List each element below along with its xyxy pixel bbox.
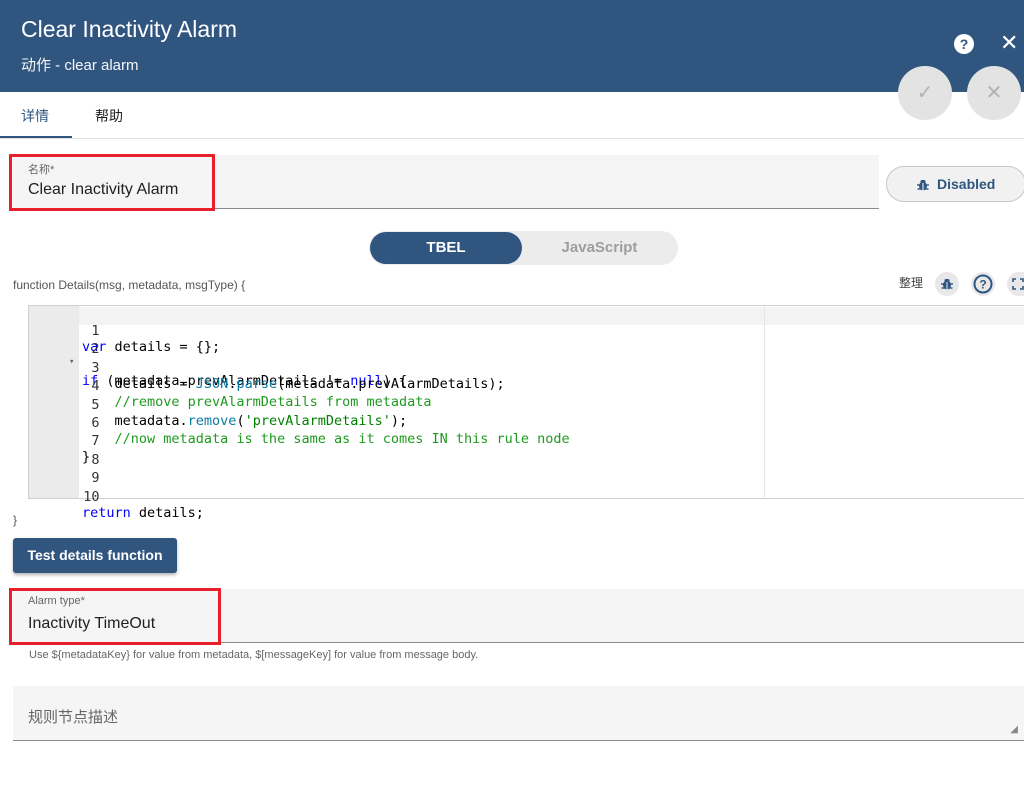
code-text[interactable]: metadata.remove('prevAlarmDetails'); bbox=[82, 413, 408, 429]
tab-bar: 详情 帮助 bbox=[0, 92, 1024, 139]
code-text[interactable]: details = JSON.parse(metadata.prevAlarmD… bbox=[82, 376, 505, 392]
code-line: 4 //remove prevAlarmDetails from metadat… bbox=[29, 362, 431, 410]
line-number: 4 bbox=[91, 378, 100, 395]
code-line: 2 ▾ if (metadata.prevAlarmDetails != nul… bbox=[29, 325, 407, 389]
code-line: 3 details = JSON.parse(metadata.prevAlar… bbox=[29, 344, 504, 392]
line-number: 10 bbox=[83, 488, 100, 505]
function-signature: function Details(msg, metadata, msgType)… bbox=[13, 278, 246, 292]
code-text[interactable]: //remove prevAlarmDetails from metadata bbox=[82, 394, 432, 410]
code-editor[interactable]: 1 var details = {}; 2 ▾ if (metadata.pre… bbox=[28, 305, 1024, 521]
highlight-box-alarm-type bbox=[9, 588, 221, 645]
code-line: 9 bbox=[29, 454, 99, 486]
highlight-box-name bbox=[9, 154, 215, 211]
svg-text:?: ? bbox=[979, 278, 986, 292]
line-number: 1 bbox=[91, 323, 100, 339]
code-line: 8 bbox=[29, 436, 99, 468]
code-text[interactable]: return details; bbox=[82, 505, 204, 521]
code-line: 6 //now metadata is the same as it comes… bbox=[29, 399, 569, 447]
line-number: 9 bbox=[91, 470, 100, 487]
description-textarea[interactable]: 规则节点描述 ◢ bbox=[13, 686, 1024, 741]
tbel-option[interactable]: TBEL bbox=[370, 232, 522, 264]
code-line: 5 metadata.remove('prevAlarmDetails'); bbox=[29, 381, 407, 429]
line-number: 7 bbox=[91, 433, 100, 450]
code-line: 10 return details; bbox=[29, 473, 204, 521]
bug-icon bbox=[917, 167, 929, 204]
dialog-subtitle: 动作 - clear alarm bbox=[21, 57, 139, 74]
resize-handle-icon[interactable]: ◢ bbox=[1010, 724, 1018, 735]
print-margin bbox=[764, 306, 765, 498]
tidy-button[interactable]: 整理 bbox=[899, 274, 923, 291]
dialog-header: Clear Inactivity Alarm 动作 - clear alarm … bbox=[0, 0, 1024, 92]
line-number: 8 bbox=[91, 451, 100, 468]
close-icon[interactable]: ✕ bbox=[1000, 30, 1018, 56]
active-line-highlight bbox=[79, 307, 1024, 325]
code-text[interactable]: //now metadata is the same as it comes I… bbox=[82, 431, 570, 447]
function-closing-brace: } bbox=[13, 513, 18, 527]
tab-details[interactable]: 详情 bbox=[21, 106, 49, 126]
test-details-function-button[interactable]: Test details function bbox=[13, 538, 177, 573]
line-number: 6 bbox=[91, 415, 100, 431]
help-icon[interactable]: ? bbox=[954, 34, 974, 54]
line-number: 3 bbox=[91, 359, 100, 376]
alarm-type-hint: Use ${metadataKey} for value from metada… bbox=[29, 649, 479, 661]
debug-mode-label: Disabled bbox=[937, 176, 996, 192]
help-icon[interactable]: ? bbox=[971, 272, 995, 296]
debug-mode-button[interactable]: Disabled bbox=[886, 166, 1024, 202]
code-line: 7 } bbox=[29, 417, 100, 465]
dialog-title: Clear Inactivity Alarm bbox=[21, 16, 238, 42]
code-line: 1 var details = {}; bbox=[29, 307, 220, 355]
bug-icon[interactable] bbox=[935, 272, 959, 296]
active-tab-indicator bbox=[0, 136, 72, 138]
line-number: 5 bbox=[91, 396, 100, 413]
code-text[interactable]: var details = {}; bbox=[82, 339, 220, 355]
fullscreen-icon[interactable] bbox=[1007, 272, 1024, 296]
script-language-toggle[interactable]: TBEL JavaScript bbox=[369, 231, 678, 265]
tab-help[interactable]: 帮助 bbox=[95, 106, 123, 126]
description-placeholder: 规则节点描述 bbox=[28, 709, 119, 726]
line-number: 2 bbox=[91, 341, 100, 358]
javascript-option[interactable]: JavaScript bbox=[521, 231, 678, 265]
